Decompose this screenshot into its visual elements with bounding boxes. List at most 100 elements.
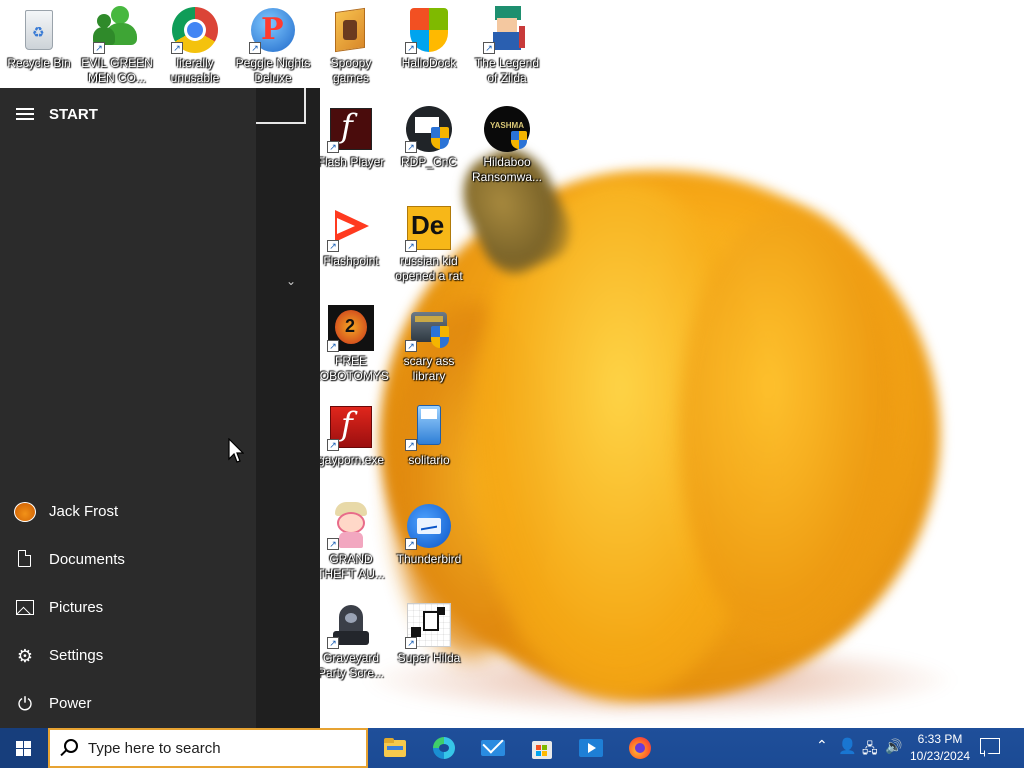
start-item-label: Power — [49, 695, 92, 712]
search-input[interactable]: Type here to search — [48, 728, 368, 768]
shortcut-arrow-icon: ↗ — [405, 240, 417, 252]
desktop-icon-thunderbird[interactable]: ↗ Thunderbird — [391, 496, 467, 592]
desktop-icon-grand-theft-auto[interactable]: ↗ GRAND THEFT AU... — [313, 496, 389, 592]
desktop-icon-label: Flash Player — [317, 155, 385, 169]
folder-icon — [383, 736, 407, 760]
shortcut-arrow-icon: ↗ — [171, 42, 183, 54]
desktop-icon-spoopy-games[interactable]: Spoopy games — [313, 0, 389, 96]
clock-time: 6:33 PM — [917, 732, 963, 746]
desktop-icon-label: HalloDock — [401, 56, 457, 70]
shortcut-arrow-icon: ↗ — [327, 141, 339, 153]
desktop-icon-label: Flashpoint — [323, 254, 379, 268]
desktop-icon-free-lobotomys[interactable]: 2 ↗ FREE LOBOTOMYS — [313, 298, 389, 394]
shortcut-arrow-icon: ↗ — [327, 637, 339, 649]
shortcut-arrow-icon: ↗ — [93, 42, 105, 54]
desktop-icon-flash-player[interactable]: f ↗ Flash Player — [313, 99, 389, 195]
desktop-icon-recycle-bin[interactable]: ♻ Recycle Bin — [1, 0, 77, 96]
notification-center-icon[interactable] — [980, 738, 1000, 754]
anime-girl-icon: ↗ — [327, 502, 375, 550]
desktop-icon-label: Thunderbird — [396, 552, 462, 566]
power-icon: ⏻ — [17, 694, 33, 714]
taskbar-video[interactable] — [567, 728, 615, 768]
desktop-icon-rdp-cnc[interactable]: ↗ RDP_CnC — [391, 99, 467, 195]
rdp-icon: ↗ — [405, 105, 453, 153]
firefox-icon — [628, 736, 652, 760]
desktop-icon-label: The Legend of Zilda — [474, 56, 540, 85]
start-item-power[interactable]: ⏻ Power — [0, 680, 256, 728]
desktop-icon-label: GRAND THEFT AU... — [317, 552, 385, 581]
recycle-bin-icon: ♻ — [15, 6, 63, 54]
volume-icon[interactable]: 🔊 — [885, 738, 902, 755]
taskbar: Type here to search ⌃ 👤 🖧 🔊 6:33 PM 10/2… — [0, 728, 1024, 768]
taskbar-mail[interactable] — [469, 728, 517, 768]
desktop-icon-label: EVIL GREEN MEN CO... — [81, 56, 153, 85]
start-item-user[interactable]: Jack Frost — [0, 488, 256, 536]
yashma-icon: YASHMA — [483, 105, 531, 153]
pictures-icon — [16, 600, 34, 615]
desktop-icon-peggle[interactable]: P ↗ Peggle Nights Deluxe — [235, 0, 311, 96]
shortcut-arrow-icon: ↗ — [327, 439, 339, 451]
taskbar-firefox[interactable] — [616, 728, 664, 768]
taskbar-file-explorer[interactable] — [371, 728, 419, 768]
desktop-icon-graveyard-party[interactable]: ↗ Graveyard Party Scre... — [313, 595, 389, 691]
desktop-icon-label: literally unusable — [170, 56, 220, 85]
desktop-icon-gayporn-exe[interactable]: f ↗ gayporn.exe — [313, 397, 389, 493]
taskbar-store[interactable] — [518, 728, 566, 768]
taskbar-clock[interactable]: 6:33 PM 10/23/2024 — [910, 731, 970, 765]
start-title: START — [49, 106, 98, 123]
desktop-icon-russian-kid[interactable]: De ↗ russian kid opened a rat — [391, 198, 467, 294]
pixel-dog-icon: ↗ — [405, 601, 453, 649]
desktop-icon-solitario[interactable]: ↗ solitario — [391, 397, 467, 493]
chevron-down-icon[interactable]: ⌄ — [286, 274, 296, 288]
peggle-icon: P ↗ — [249, 6, 297, 54]
flash-player-icon: f ↗ — [327, 105, 375, 153]
start-header: START — [0, 102, 256, 130]
network-icon[interactable]: 🖧 — [862, 738, 878, 762]
solitario-icon: ↗ — [405, 403, 453, 451]
shortcut-arrow-icon: ↗ — [249, 42, 261, 54]
desktop-icon-evil-green-men[interactable]: ↗ EVIL GREEN MEN CO... — [79, 0, 155, 96]
shortcut-arrow-icon: ↗ — [405, 141, 417, 153]
search-icon — [64, 739, 78, 753]
user-avatar-icon — [14, 502, 36, 522]
desktop-icon-hallodock[interactable]: ↗ HalloDock — [391, 0, 467, 96]
shortcut-arrow-icon: ↗ — [483, 42, 495, 54]
show-hidden-icons-chevron-icon[interactable]: ⌃ — [816, 737, 828, 754]
chrome-icon: ↗ — [171, 6, 219, 54]
start-menu-tiles-area — [256, 88, 320, 728]
green-people-icon: ↗ — [93, 6, 141, 54]
windows-logo-icon — [16, 741, 32, 756]
mail-icon — [481, 732, 505, 760]
store-icon — [530, 736, 554, 760]
shortcut-arrow-icon: ↗ — [327, 340, 339, 352]
library-icon: ↗ — [405, 304, 453, 352]
desktop-icon-label: scary ass library — [403, 354, 455, 383]
desktop-icon-flashpoint[interactable]: ↗ Flashpoint — [313, 198, 389, 294]
desktop-icon-super-hilda[interactable]: ↗ Super Hilda — [391, 595, 467, 691]
hamburger-menu-icon[interactable] — [16, 108, 34, 122]
desktop-icon-hildaboo-ransomware[interactable]: YASHMA Hildaboo Ransomwa... — [469, 99, 545, 195]
desktop-icon-literally-unusable[interactable]: ↗ literally unusable — [157, 0, 233, 96]
start-item-pictures[interactable]: Pictures — [0, 584, 256, 632]
flashpoint-icon: ↗ — [327, 204, 375, 252]
clock-date: 10/23/2024 — [910, 749, 971, 763]
start-item-documents[interactable]: Documents — [0, 536, 256, 584]
user-tray-icon[interactable]: 👤 — [838, 737, 857, 755]
start-tile-outline — [256, 88, 306, 124]
desktop-icon-label: Graveyard Party Scre... — [317, 651, 385, 680]
taskbar-edge[interactable] — [420, 728, 468, 768]
shortcut-arrow-icon: ↗ — [327, 240, 339, 252]
graveyard-icon: ↗ — [327, 601, 375, 649]
start-button[interactable] — [0, 728, 48, 768]
shield-icon: ↗ — [405, 6, 453, 54]
desktop-icon-label: Spoopy games — [330, 56, 372, 85]
de-icon: De ↗ — [405, 204, 453, 252]
desktop-icon-label: Super Hilda — [397, 651, 461, 665]
thunderbird-icon: ↗ — [405, 502, 453, 550]
start-item-settings[interactable]: ⚙ Settings — [0, 632, 256, 680]
desktop-icon-scary-library[interactable]: ↗ scary ass library — [391, 298, 467, 394]
shortcut-arrow-icon: ↗ — [405, 637, 417, 649]
desktop-icon-legend-of-zilda[interactable]: ↗ The Legend of Zilda — [469, 0, 545, 96]
desktop-icon-label: Peggle Nights Deluxe — [235, 56, 311, 85]
desktop-icon-label: Hildaboo Ransomwa... — [471, 155, 543, 184]
